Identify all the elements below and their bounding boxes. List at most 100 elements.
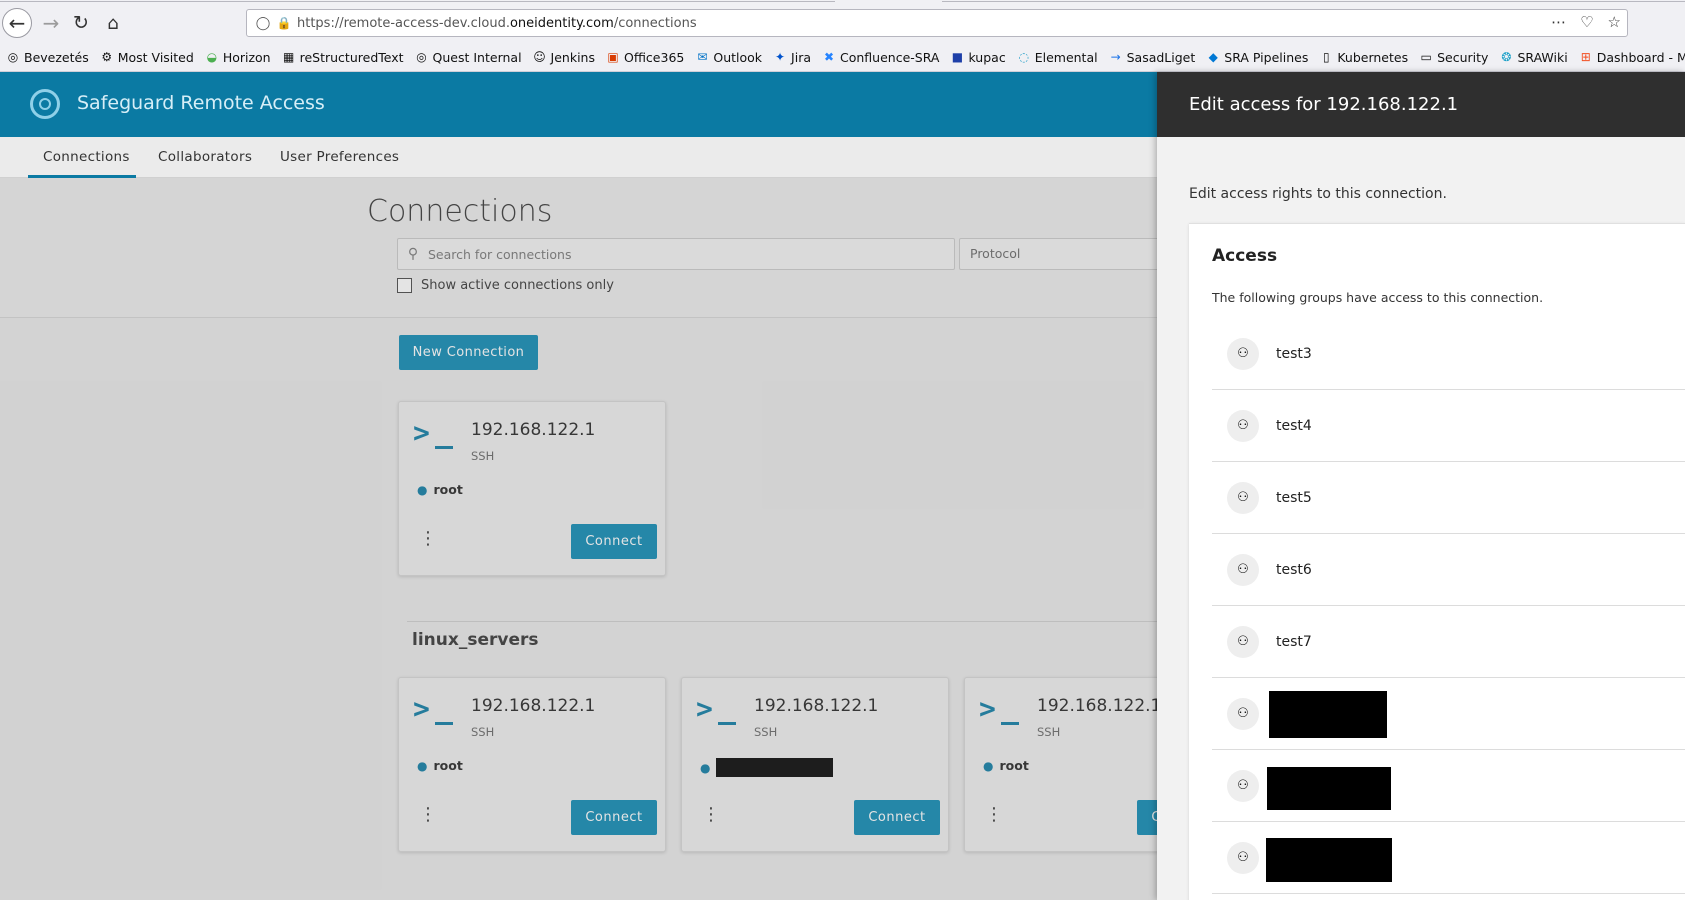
kebab-menu-icon[interactable]: ⋮ [419,806,437,824]
folder-icon: ▭ [1420,50,1432,64]
access-subtitle: The following groups have access to this… [1212,290,1544,305]
connection-host: 192.168.122.1 [1037,696,1162,716]
bookmark-label: Office365 [624,49,685,65]
list-item[interactable]: ⚇ test3 [1212,318,1685,390]
bookmark-item[interactable]: ☺ Jenkins [533,50,595,65]
kebab-menu-icon[interactable]: ⋮ [985,806,1003,824]
dsm-icon: ■ [951,50,964,64]
group-name: test4 [1276,417,1312,434]
page-icon: ▯ [1323,50,1330,64]
redacted-group-name [1269,691,1387,738]
connection-user: ● root [417,482,463,497]
connect-button[interactable]: Connect [571,524,657,559]
bookmark-label: Security [1437,49,1489,65]
bookmark-item[interactable]: ▣ Office365 [606,50,684,65]
terminal-icon: > [413,418,455,450]
redacted-username [716,758,834,777]
list-item[interactable]: ⚇ test6 [1212,534,1685,606]
list-item[interactable]: ⚇ test7 [1212,606,1685,678]
outlook-icon: ✉ [697,50,708,64]
bookmark-label: Outlook [713,49,763,65]
bookmarks-bar: ◎ Bevezetés ⚙ Most Visited ◒ Horizon ▦ reStruct… [6,46,1685,68]
home-icon[interactable]: ⌂ [98,8,128,38]
protocol-select[interactable]: Protocol [959,238,1159,270]
pipeline-icon: ◆ [1208,50,1218,64]
bookmark-item[interactable]: ✉ Outlook [695,50,762,65]
bookmark-item[interactable]: ◎ Bevezetés [6,50,89,65]
url-bar[interactable]: ◯ 🔒 https://remote-access-dev.cloud.onei… [246,9,1628,37]
url-text[interactable]: https://remote-access-dev.cloud.oneident… [297,16,697,31]
active-only-checkbox[interactable] [397,278,412,293]
terminal-icon: > [413,694,455,726]
group-icon: ⚇ [1227,337,1259,370]
bookmark-label: Quest Internal [432,49,522,65]
bookmark-item[interactable]: ■ kupac [950,49,1006,65]
group-icon: ⚇ [1227,769,1259,802]
tab-collaborators[interactable]: Collaborators [158,137,252,178]
bookmark-star-icon[interactable]: ☆ [1608,13,1621,31]
group-divider [407,621,1167,622]
horizon-icon: ◒ [206,50,218,64]
connect-button[interactable]: Connect [854,800,940,835]
connection-user: ● root [983,758,1029,773]
bookmark-label: Elemental [1034,49,1098,65]
list-item[interactable]: ⚇ [1212,750,1685,822]
bookmark-item[interactable]: ❂ SRAWiki [1499,50,1567,65]
connection-card[interactable]: > 192.168.122.1 SSH ●root ⋮ Connect [398,677,666,852]
bookmark-label: Horizon [222,49,271,65]
browser-toolbar: ← → ↻ ⌂ ◯ 🔒 https://remote-access-dev.cl… [0,0,1685,72]
forward-arrow-icon[interactable]: → [36,8,66,38]
bookmark-item[interactable]: → SasadLiget [1109,50,1196,65]
connection-protocol: SSH [471,725,495,739]
connection-user: ● [700,758,834,777]
kebab-menu-icon[interactable]: ⋮ [702,806,720,824]
bookmark-item[interactable]: ▭ Security [1419,50,1488,65]
pocket-icon[interactable]: ♡ [1580,13,1593,31]
connect-button[interactable]: Connect [571,800,657,835]
bookmark-item[interactable]: ✖ Confluence-SRA [822,50,939,65]
group-name: test3 [1276,345,1312,362]
group-icon: ⚇ [1227,481,1259,514]
user-icon: ● [983,758,994,773]
bookmark-item[interactable]: ▯ Kubernetes [1319,50,1408,65]
bookmark-label: kupac [968,49,1006,65]
list-item[interactable]: ⚇ test4 [1212,390,1685,462]
back-arrow-icon[interactable]: ← [2,8,32,38]
bookmark-label: SasadLiget [1126,49,1196,65]
bookmark-item[interactable]: ◌ Elemental [1017,49,1098,65]
connection-card[interactable]: > 192.168.122.1 SSH ● ⋮ Connect [681,677,949,852]
group-name: test6 [1276,561,1312,578]
list-item[interactable]: ⚇ test5 [1212,462,1685,534]
new-connection-button[interactable]: New Connection [399,335,538,370]
bookmark-item[interactable]: ⚙ Most Visited [100,50,193,65]
bookmark-item[interactable]: ◆ SRA Pipelines [1206,50,1309,65]
bookmark-item[interactable]: ✦ Jira [773,50,811,65]
tab-user-preferences[interactable]: User Preferences [280,137,399,178]
bookmark-item[interactable]: ⊞ Dashboard - Microso... [1579,50,1685,65]
tab-connections[interactable]: Connections [28,137,136,178]
connection-host: 192.168.122.1 [754,696,879,716]
confluence-icon: ✖ [823,50,835,64]
search-box[interactable]: ⚲ [397,238,955,270]
bookmark-item[interactable]: ◒ Horizon [205,50,271,65]
bookmark-item[interactable]: ▦ reStructuredText [282,50,404,65]
list-item[interactable]: ⚇ [1212,678,1685,750]
search-input[interactable] [428,246,908,262]
group-title: linux_servers [412,630,539,650]
panel-title: Edit access for 192.168.122.1 [1157,72,1685,137]
reload-icon[interactable]: ↻ [66,8,96,38]
bookmark-item[interactable]: ◎ Quest Internal [415,49,522,65]
active-only-toggle[interactable]: Show active connections only [397,278,614,293]
safeguard-logo-icon [30,89,60,119]
bookmark-label: SRAWiki [1517,49,1568,65]
shield-icon[interactable]: ◯ [251,16,275,31]
jira-icon: ✦ [775,50,786,64]
more-options-icon[interactable]: ⋯ [1551,13,1566,31]
redacted-group-name [1267,767,1391,810]
group-icon: ⚇ [1227,625,1259,658]
edit-access-panel: Edit access for 192.168.122.1 Edit acces… [1157,72,1685,900]
kebab-menu-icon[interactable]: ⋮ [419,530,437,548]
access-title: Access [1212,246,1278,266]
list-item[interactable]: ⚇ [1212,822,1685,894]
connection-card[interactable]: > 192.168.122.1 SSH ●root ⋮ Connect [398,401,666,576]
